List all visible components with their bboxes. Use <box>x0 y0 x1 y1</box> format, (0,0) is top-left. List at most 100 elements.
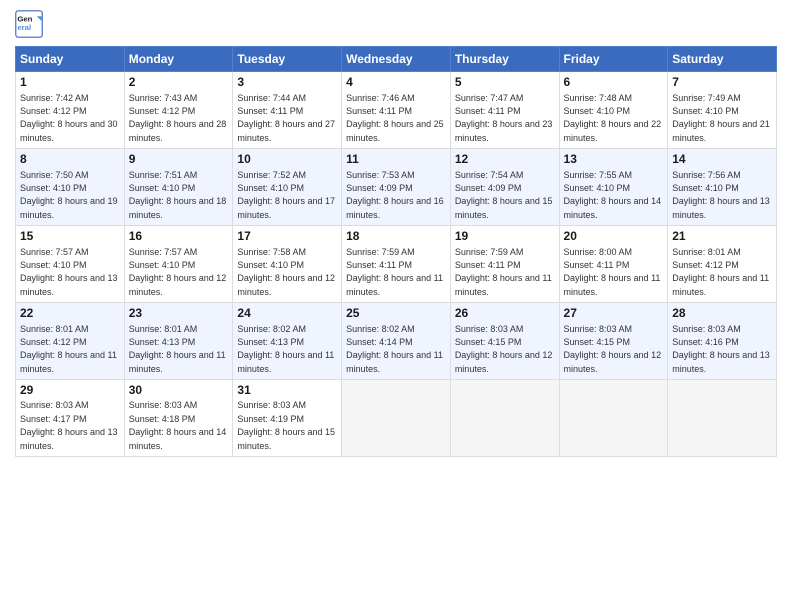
day-number: 26 <box>455 306 555 322</box>
calendar-cell: 15 Sunrise: 7:57 AMSunset: 4:10 PMDaylig… <box>16 225 125 302</box>
calendar-table: SundayMondayTuesdayWednesdayThursdayFrid… <box>15 46 777 457</box>
calendar-week-5: 29 Sunrise: 8:03 AMSunset: 4:17 PMDaylig… <box>16 379 777 456</box>
day-info: Sunrise: 7:55 AMSunset: 4:10 PMDaylight:… <box>564 170 662 220</box>
day-number: 24 <box>237 306 337 322</box>
day-info: Sunrise: 7:51 AMSunset: 4:10 PMDaylight:… <box>129 170 227 220</box>
calendar-cell: 18 Sunrise: 7:59 AMSunset: 4:11 PMDaylig… <box>342 225 451 302</box>
day-number: 5 <box>455 75 555 91</box>
calendar-cell <box>668 379 777 456</box>
calendar-cell: 2 Sunrise: 7:43 AMSunset: 4:12 PMDayligh… <box>124 72 233 149</box>
day-number: 3 <box>237 75 337 91</box>
day-info: Sunrise: 7:43 AMSunset: 4:12 PMDaylight:… <box>129 93 227 143</box>
day-number: 17 <box>237 229 337 245</box>
day-info: Sunrise: 8:02 AMSunset: 4:14 PMDaylight:… <box>346 324 443 374</box>
day-info: Sunrise: 8:01 AMSunset: 4:13 PMDaylight:… <box>129 324 226 374</box>
day-number: 12 <box>455 152 555 168</box>
calendar-cell: 10 Sunrise: 7:52 AMSunset: 4:10 PMDaylig… <box>233 148 342 225</box>
day-number: 8 <box>20 152 120 168</box>
day-info: Sunrise: 8:03 AMSunset: 4:15 PMDaylight:… <box>455 324 553 374</box>
day-info: Sunrise: 7:57 AMSunset: 4:10 PMDaylight:… <box>20 247 118 297</box>
day-number: 11 <box>346 152 446 168</box>
calendar-cell: 3 Sunrise: 7:44 AMSunset: 4:11 PMDayligh… <box>233 72 342 149</box>
calendar-header-tuesday: Tuesday <box>233 47 342 72</box>
calendar-cell: 7 Sunrise: 7:49 AMSunset: 4:10 PMDayligh… <box>668 72 777 149</box>
day-info: Sunrise: 7:58 AMSunset: 4:10 PMDaylight:… <box>237 247 335 297</box>
day-info: Sunrise: 7:48 AMSunset: 4:10 PMDaylight:… <box>564 93 662 143</box>
day-info: Sunrise: 7:59 AMSunset: 4:11 PMDaylight:… <box>455 247 552 297</box>
calendar-week-3: 15 Sunrise: 7:57 AMSunset: 4:10 PMDaylig… <box>16 225 777 302</box>
calendar-body: 1 Sunrise: 7:42 AMSunset: 4:12 PMDayligh… <box>16 72 777 457</box>
calendar-cell: 13 Sunrise: 7:55 AMSunset: 4:10 PMDaylig… <box>559 148 668 225</box>
calendar-cell: 27 Sunrise: 8:03 AMSunset: 4:15 PMDaylig… <box>559 302 668 379</box>
calendar-cell: 29 Sunrise: 8:03 AMSunset: 4:17 PMDaylig… <box>16 379 125 456</box>
calendar-week-4: 22 Sunrise: 8:01 AMSunset: 4:12 PMDaylig… <box>16 302 777 379</box>
day-info: Sunrise: 8:00 AMSunset: 4:11 PMDaylight:… <box>564 247 661 297</box>
day-info: Sunrise: 7:46 AMSunset: 4:11 PMDaylight:… <box>346 93 444 143</box>
day-number: 29 <box>20 383 120 399</box>
calendar-cell: 1 Sunrise: 7:42 AMSunset: 4:12 PMDayligh… <box>16 72 125 149</box>
day-number: 15 <box>20 229 120 245</box>
calendar-cell: 23 Sunrise: 8:01 AMSunset: 4:13 PMDaylig… <box>124 302 233 379</box>
day-number: 6 <box>564 75 664 91</box>
day-number: 25 <box>346 306 446 322</box>
calendar-cell: 14 Sunrise: 7:56 AMSunset: 4:10 PMDaylig… <box>668 148 777 225</box>
day-info: Sunrise: 8:02 AMSunset: 4:13 PMDaylight:… <box>237 324 334 374</box>
day-number: 13 <box>564 152 664 168</box>
day-number: 2 <box>129 75 229 91</box>
calendar-cell: 26 Sunrise: 8:03 AMSunset: 4:15 PMDaylig… <box>450 302 559 379</box>
calendar-header-wednesday: Wednesday <box>342 47 451 72</box>
calendar-header-thursday: Thursday <box>450 47 559 72</box>
day-number: 16 <box>129 229 229 245</box>
day-info: Sunrise: 7:52 AMSunset: 4:10 PMDaylight:… <box>237 170 335 220</box>
day-number: 19 <box>455 229 555 245</box>
calendar-header-saturday: Saturday <box>668 47 777 72</box>
svg-text:eral: eral <box>17 23 31 32</box>
day-info: Sunrise: 7:49 AMSunset: 4:10 PMDaylight:… <box>672 93 770 143</box>
calendar-cell: 30 Sunrise: 8:03 AMSunset: 4:18 PMDaylig… <box>124 379 233 456</box>
day-info: Sunrise: 8:03 AMSunset: 4:18 PMDaylight:… <box>129 400 227 450</box>
calendar-cell: 9 Sunrise: 7:51 AMSunset: 4:10 PMDayligh… <box>124 148 233 225</box>
day-number: 30 <box>129 383 229 399</box>
day-info: Sunrise: 8:03 AMSunset: 4:15 PMDaylight:… <box>564 324 662 374</box>
day-number: 28 <box>672 306 772 322</box>
calendar-cell <box>450 379 559 456</box>
day-number: 10 <box>237 152 337 168</box>
calendar-cell: 22 Sunrise: 8:01 AMSunset: 4:12 PMDaylig… <box>16 302 125 379</box>
calendar-header-sunday: Sunday <box>16 47 125 72</box>
day-info: Sunrise: 7:56 AMSunset: 4:10 PMDaylight:… <box>672 170 770 220</box>
svg-text:Gen: Gen <box>17 15 32 24</box>
logo-icon: Gen eral <box>15 10 43 38</box>
calendar-cell: 5 Sunrise: 7:47 AMSunset: 4:11 PMDayligh… <box>450 72 559 149</box>
day-number: 23 <box>129 306 229 322</box>
day-info: Sunrise: 8:03 AMSunset: 4:16 PMDaylight:… <box>672 324 770 374</box>
day-info: Sunrise: 8:01 AMSunset: 4:12 PMDaylight:… <box>20 324 117 374</box>
calendar-cell: 16 Sunrise: 7:57 AMSunset: 4:10 PMDaylig… <box>124 225 233 302</box>
calendar-week-1: 1 Sunrise: 7:42 AMSunset: 4:12 PMDayligh… <box>16 72 777 149</box>
calendar-cell: 21 Sunrise: 8:01 AMSunset: 4:12 PMDaylig… <box>668 225 777 302</box>
calendar-header-row: SundayMondayTuesdayWednesdayThursdayFrid… <box>16 47 777 72</box>
calendar-cell: 25 Sunrise: 8:02 AMSunset: 4:14 PMDaylig… <box>342 302 451 379</box>
calendar-cell: 12 Sunrise: 7:54 AMSunset: 4:09 PMDaylig… <box>450 148 559 225</box>
calendar-cell <box>342 379 451 456</box>
day-number: 21 <box>672 229 772 245</box>
day-info: Sunrise: 7:54 AMSunset: 4:09 PMDaylight:… <box>455 170 553 220</box>
day-info: Sunrise: 7:53 AMSunset: 4:09 PMDaylight:… <box>346 170 444 220</box>
day-number: 7 <box>672 75 772 91</box>
calendar-header-monday: Monday <box>124 47 233 72</box>
day-number: 14 <box>672 152 772 168</box>
day-number: 1 <box>20 75 120 91</box>
day-info: Sunrise: 7:42 AMSunset: 4:12 PMDaylight:… <box>20 93 118 143</box>
day-info: Sunrise: 7:50 AMSunset: 4:10 PMDaylight:… <box>20 170 118 220</box>
day-number: 4 <box>346 75 446 91</box>
calendar-cell: 8 Sunrise: 7:50 AMSunset: 4:10 PMDayligh… <box>16 148 125 225</box>
header: Gen eral <box>15 10 777 38</box>
day-number: 22 <box>20 306 120 322</box>
day-number: 20 <box>564 229 664 245</box>
day-info: Sunrise: 7:47 AMSunset: 4:11 PMDaylight:… <box>455 93 553 143</box>
calendar-cell: 28 Sunrise: 8:03 AMSunset: 4:16 PMDaylig… <box>668 302 777 379</box>
day-number: 18 <box>346 229 446 245</box>
day-info: Sunrise: 8:03 AMSunset: 4:17 PMDaylight:… <box>20 400 118 450</box>
calendar-header-friday: Friday <box>559 47 668 72</box>
calendar-cell: 20 Sunrise: 8:00 AMSunset: 4:11 PMDaylig… <box>559 225 668 302</box>
day-info: Sunrise: 7:59 AMSunset: 4:11 PMDaylight:… <box>346 247 443 297</box>
